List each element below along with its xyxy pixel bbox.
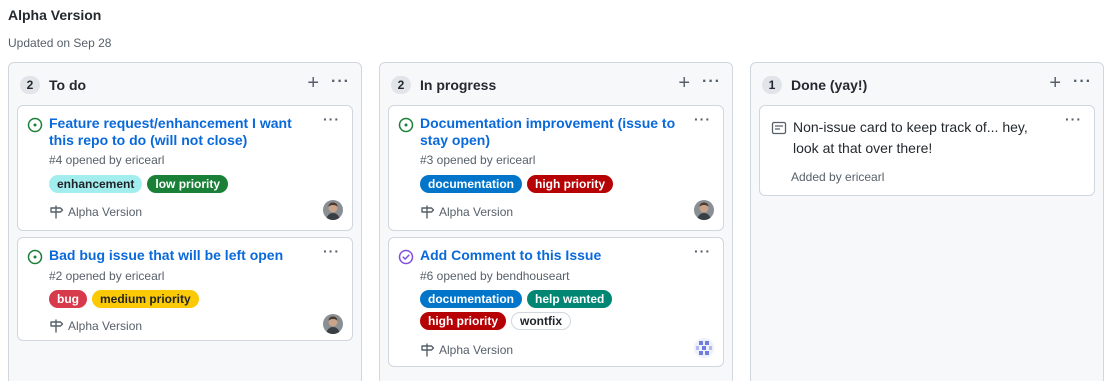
project-signpost-icon [421, 205, 435, 219]
issue-card[interactable]: Documentation improvement (issue to stay… [388, 105, 724, 231]
issue-meta: #4 opened by ericearl [49, 153, 165, 167]
column-header: 2 In progress + ··· [380, 63, 732, 105]
column-title: To do [49, 77, 87, 93]
project-reference: Alpha Version [49, 318, 142, 334]
column-in-progress: 2 In progress + ··· Documentation improv… [379, 62, 733, 381]
column-menu-icon[interactable]: ··· [702, 71, 721, 93]
project-reference-label: Alpha Version [439, 205, 514, 219]
issue-title-link[interactable]: Bad bug issue that will be left open [49, 247, 319, 264]
column-card-count: 1 [762, 76, 782, 94]
issue-card[interactable]: Feature request/enhancement I want this … [17, 105, 353, 231]
note-added-by: Added by ericearl [791, 170, 885, 184]
avatar[interactable] [694, 338, 714, 358]
issue-title-link[interactable]: Documentation improvement (issue to stay… [420, 115, 690, 149]
project-signpost-icon [50, 205, 64, 219]
column-done: 1 Done (yay!) + ··· Non-issue card to ke… [750, 62, 1104, 381]
add-card-icon[interactable]: + [678, 72, 690, 94]
note-icon [771, 121, 787, 135]
column-title: Done (yay!) [791, 77, 868, 93]
project-reference: Alpha Version [420, 342, 513, 358]
card-menu-icon[interactable]: ··· [323, 111, 340, 127]
project-reference-label: Alpha Version [439, 343, 514, 357]
note-text: Non-issue card to keep track of... hey, … [793, 119, 1028, 156]
project-title: Alpha Version [8, 7, 102, 23]
project-header: Alpha Version Updated on Sep 28 [8, 6, 111, 51]
card-menu-icon[interactable]: ··· [1065, 111, 1082, 127]
label-high-priority[interactable]: high priority [527, 175, 613, 193]
issue-closed-icon [398, 249, 414, 265]
label-list: enhancement low priority [49, 175, 309, 193]
column-menu-icon[interactable]: ··· [331, 71, 350, 93]
add-card-icon[interactable]: + [1049, 72, 1061, 94]
label-enhancement[interactable]: enhancement [49, 175, 143, 193]
project-reference-label: Alpha Version [68, 319, 143, 333]
label-list: documentation help wanted high priority … [420, 290, 680, 330]
avatar[interactable] [694, 200, 714, 220]
issue-opened-icon [27, 249, 43, 265]
card-menu-icon[interactable]: ··· [694, 111, 711, 127]
label-documentation[interactable]: documentation [420, 175, 522, 193]
column-card-count: 2 [391, 76, 411, 94]
project-signpost-icon [421, 343, 435, 357]
avatar[interactable] [323, 314, 343, 334]
label-low-priority[interactable]: low priority [147, 175, 229, 193]
column-todo: 2 To do + ··· Feature request/enhancemen… [8, 62, 362, 381]
card-menu-icon[interactable]: ··· [323, 243, 340, 259]
avatar[interactable] [323, 200, 343, 220]
project-reference: Alpha Version [49, 204, 142, 220]
label-documentation[interactable]: documentation [420, 290, 522, 308]
project-reference: Alpha Version [420, 204, 513, 220]
column-card-count: 2 [20, 76, 40, 94]
issue-opened-icon [398, 117, 414, 133]
project-signpost-icon [50, 319, 64, 333]
label-medium-priority[interactable]: medium priority [92, 290, 199, 308]
label-high-priority[interactable]: high priority [420, 312, 506, 330]
label-wontfix[interactable]: wontfix [511, 312, 571, 330]
project-reference-label: Alpha Version [68, 205, 143, 219]
add-card-icon[interactable]: + [307, 72, 319, 94]
column-title: In progress [420, 77, 497, 93]
issue-meta: #2 opened by ericearl [49, 269, 165, 283]
issue-card[interactable]: Add Comment to this Issue ··· #6 opened … [388, 237, 724, 367]
issue-card[interactable]: Bad bug issue that will be left open ···… [17, 237, 353, 341]
card-menu-icon[interactable]: ··· [694, 243, 711, 259]
label-list: documentation high priority [420, 175, 680, 193]
column-header: 1 Done (yay!) + ··· [751, 63, 1103, 105]
issue-title-link[interactable]: Feature request/enhancement I want this … [49, 115, 319, 149]
note-card[interactable]: Non-issue card to keep track of... hey, … [759, 105, 1095, 196]
column-header: 2 To do + ··· [9, 63, 361, 105]
issue-meta: #3 opened by ericearl [420, 153, 536, 167]
issue-opened-icon [27, 117, 43, 133]
issue-title-link[interactable]: Add Comment to this Issue [420, 247, 690, 264]
label-help-wanted[interactable]: help wanted [527, 290, 613, 308]
project-updated: Updated on Sep 28 [8, 36, 112, 50]
issue-meta: #6 opened by bendhouseart [420, 269, 570, 283]
column-menu-icon[interactable]: ··· [1073, 71, 1092, 93]
label-list: bug medium priority [49, 290, 309, 308]
label-bug[interactable]: bug [49, 290, 87, 308]
